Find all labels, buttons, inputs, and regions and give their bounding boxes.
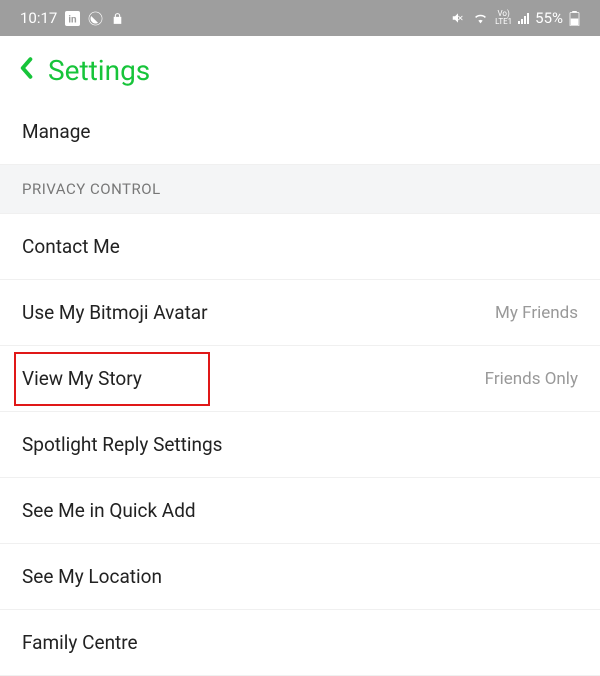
list-item-manage[interactable]: Manage bbox=[0, 99, 600, 165]
status-time: 10:17 bbox=[20, 9, 57, 27]
page-header: Settings bbox=[0, 36, 600, 99]
list-item-label: Manage bbox=[22, 120, 91, 143]
battery-percent: 55% bbox=[535, 9, 563, 27]
mute-icon bbox=[450, 11, 466, 25]
list-item-label: Family Centre bbox=[22, 631, 138, 654]
signal-icon bbox=[518, 12, 529, 24]
list-item-contact-me[interactable]: Contact Me bbox=[0, 214, 600, 280]
list-item-use-my-bitmoji-avatar[interactable]: Use My Bitmoji Avatar My Friends bbox=[0, 280, 600, 346]
status-bar: 10:17 in Vo) LTE1 55% bbox=[0, 0, 600, 36]
list-item-value: Friends Only bbox=[485, 369, 578, 389]
list-item-label: See My Location bbox=[22, 565, 162, 588]
status-right: Vo) LTE1 55% bbox=[450, 9, 580, 27]
list-item-label: Use My Bitmoji Avatar bbox=[22, 301, 208, 324]
list-item-label: Contact Me bbox=[22, 235, 120, 258]
list-item-label: Spotlight Reply Settings bbox=[22, 433, 222, 456]
circle-check-icon bbox=[88, 11, 103, 26]
linkedin-icon: in bbox=[65, 11, 80, 26]
list-item-spotlight-reply-settings[interactable]: Spotlight Reply Settings bbox=[0, 412, 600, 478]
list-item-family-centre[interactable]: Family Centre bbox=[0, 610, 600, 676]
lock-icon bbox=[111, 11, 124, 26]
settings-list: Manage PRIVACY CONTROL Contact Me Use My Bi… bbox=[0, 99, 600, 676]
wifi-icon bbox=[472, 12, 489, 25]
svg-text:in: in bbox=[69, 14, 78, 25]
lte-indicator: Vo) LTE1 bbox=[495, 10, 512, 26]
battery-icon bbox=[569, 11, 580, 26]
page-title: Settings bbox=[48, 54, 150, 87]
section-header: PRIVACY CONTROL bbox=[0, 165, 600, 214]
list-item-see-me-in-quick-add[interactable]: See Me in Quick Add bbox=[0, 478, 600, 544]
list-item-value: My Friends bbox=[495, 303, 578, 323]
list-item-label: See Me in Quick Add bbox=[22, 499, 196, 522]
status-left: 10:17 in bbox=[20, 9, 124, 27]
list-item-label: View My Story bbox=[22, 367, 142, 390]
list-item-view-my-story[interactable]: View My Story Friends Only bbox=[0, 346, 600, 412]
list-item-see-my-location[interactable]: See My Location bbox=[0, 544, 600, 610]
back-icon[interactable] bbox=[18, 57, 34, 84]
